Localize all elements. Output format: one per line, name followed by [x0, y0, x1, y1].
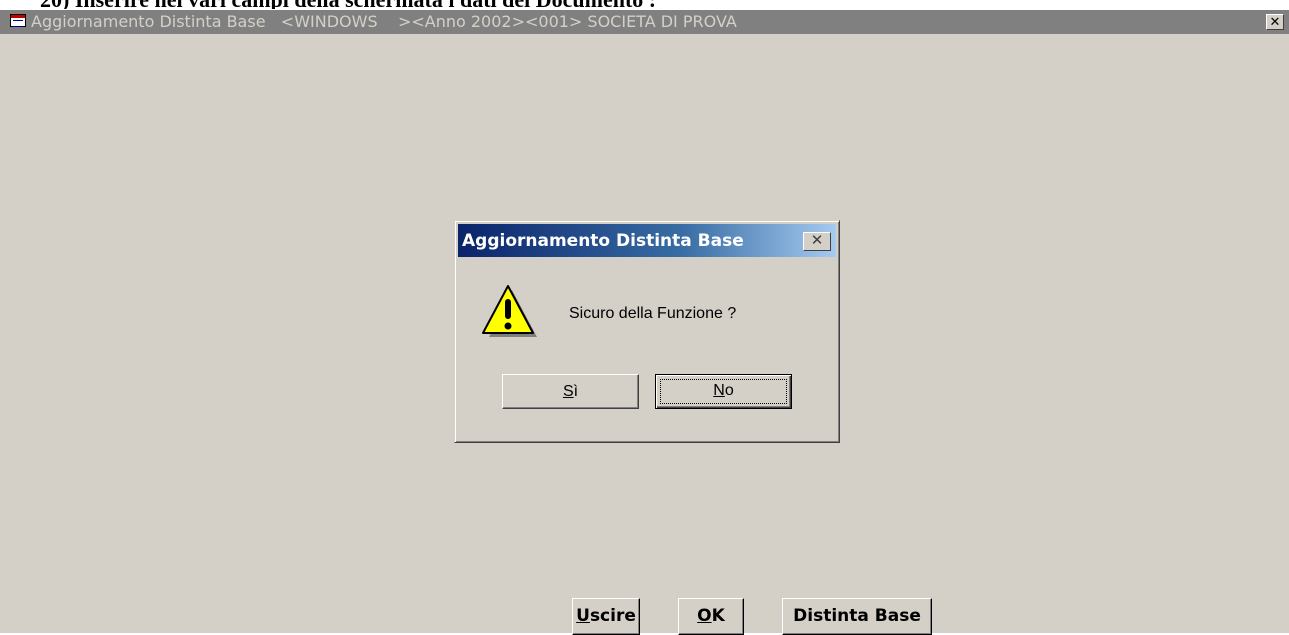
dialog-message: Sicuro della Funzione ? [569, 305, 737, 322]
dialog-titlebar[interactable]: Aggiornamento Distinta Base ✕ [458, 224, 836, 257]
confirm-dialog: Aggiornamento Distinta Base ✕ Sicuro del… [454, 220, 840, 443]
document-heading: 20) Inserire nei vari campi della scherm… [40, 0, 656, 9]
main-window: Aggiornamento Distinta Base <WINDOWS ><A… [0, 10, 1289, 635]
yes-button[interactable]: Sì [502, 374, 639, 409]
ok-button[interactable]: OK [678, 598, 744, 635]
window-titlebar[interactable]: Aggiornamento Distinta Base <WINDOWS ><A… [0, 10, 1289, 34]
close-icon: ✕ [1269, 14, 1281, 29]
window-title: Aggiornamento Distinta Base <WINDOWS ><A… [31, 12, 737, 31]
distinta-base-button[interactable]: Distinta Base [782, 598, 932, 635]
warning-icon [482, 285, 537, 337]
app-icon[interactable] [10, 14, 26, 27]
no-button-label: No [713, 382, 734, 399]
yes-button-label: Sì [562, 383, 579, 400]
no-button[interactable]: No [655, 374, 792, 409]
dialog-title: Aggiornamento Distinta Base [462, 231, 744, 251]
dialog-close-button[interactable]: ✕ [803, 232, 831, 251]
window-close-button[interactable]: ✕ [1266, 14, 1284, 30]
close-icon: ✕ [810, 232, 824, 249]
uscire-button[interactable]: Uscire [572, 598, 640, 635]
